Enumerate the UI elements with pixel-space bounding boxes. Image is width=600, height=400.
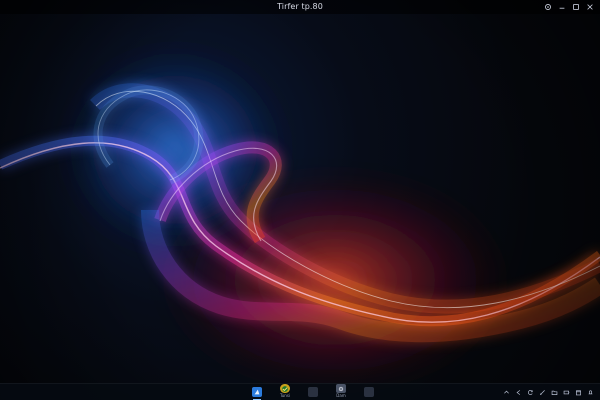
close-icon[interactable] bbox=[586, 3, 594, 11]
taskbar-tray bbox=[503, 384, 594, 400]
settings-icon bbox=[336, 384, 346, 393]
taskbar-app-2[interactable]: Tunsi bbox=[276, 384, 294, 398]
blank-icon bbox=[308, 387, 318, 397]
calendar-icon[interactable] bbox=[575, 389, 582, 396]
taskbar-app-1[interactable] bbox=[248, 384, 266, 400]
top-bar: Tirfer tp.80 bbox=[0, 0, 600, 14]
blank-icon bbox=[364, 387, 374, 397]
colorful-app-icon bbox=[280, 384, 290, 393]
topbar-tray bbox=[544, 0, 594, 14]
wallpaper-abstract-flow bbox=[0, 40, 600, 400]
taskbar-app-4[interactable]: Dam bbox=[332, 384, 350, 398]
taskbar-app-label: Tunsi bbox=[279, 393, 291, 398]
refresh-icon[interactable] bbox=[527, 389, 534, 396]
arrow-left-icon[interactable] bbox=[515, 389, 522, 396]
minimize-icon[interactable] bbox=[558, 3, 566, 11]
folder-icon[interactable] bbox=[551, 389, 558, 396]
brush-icon[interactable] bbox=[539, 389, 546, 396]
target-icon[interactable] bbox=[544, 3, 552, 11]
notification-icon[interactable] bbox=[587, 389, 594, 396]
taskbar-apps: Tunsi Dam bbox=[248, 384, 378, 400]
maximize-icon[interactable] bbox=[572, 3, 580, 11]
desktop-screen: Tirfer tp.80 Tunsi Dam bbox=[0, 0, 600, 400]
taskbar-app-5[interactable] bbox=[360, 384, 378, 398]
app-window-icon bbox=[252, 387, 262, 397]
taskbar: Tunsi Dam bbox=[0, 383, 600, 400]
taskbar-app-3[interactable] bbox=[304, 384, 322, 398]
battery-icon[interactable] bbox=[563, 389, 570, 396]
chevron-up-icon[interactable] bbox=[503, 389, 510, 396]
taskbar-app-label: Dam bbox=[336, 393, 346, 398]
window-title: Tirfer tp.80 bbox=[277, 2, 323, 11]
